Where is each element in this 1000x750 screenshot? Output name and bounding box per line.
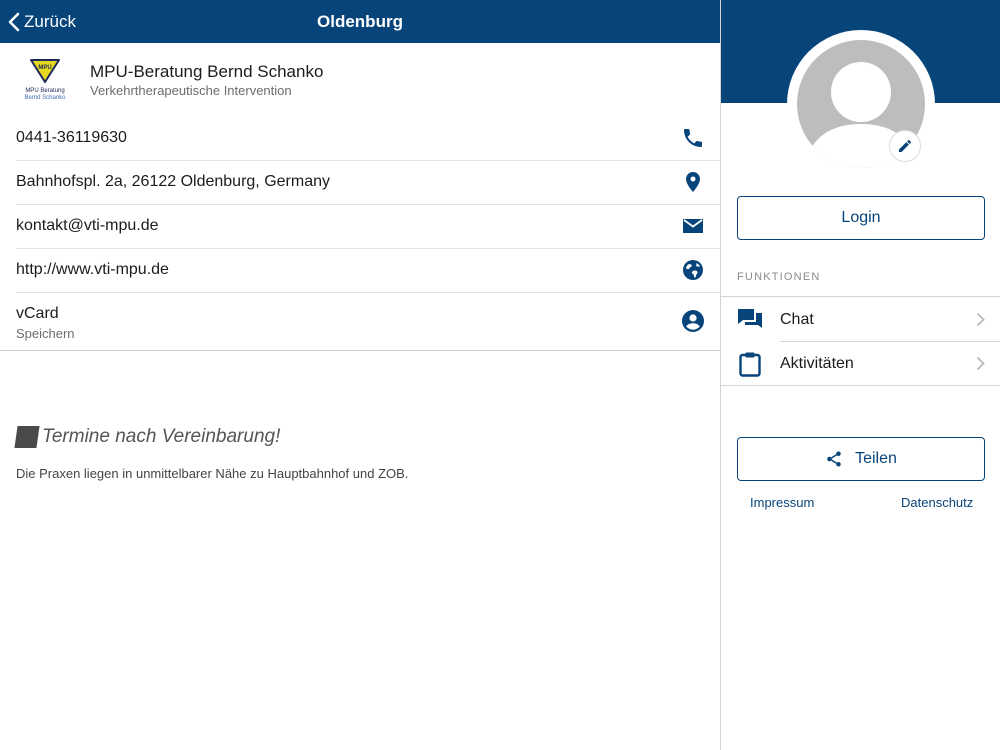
chevron-right-icon: [976, 356, 985, 371]
address-row[interactable]: Bahnhofspl. 2a, 26122 Oldenburg, Germany: [0, 160, 720, 204]
contact-list: 0441-36119630 Bahnhofspl. 2a, 26122 Olde…: [0, 116, 720, 351]
vcard-title: vCard: [16, 305, 59, 322]
share-button[interactable]: Teilen: [737, 437, 985, 481]
functions-list: Chat Aktivitäten: [721, 296, 1000, 386]
company-subtitle: Verkehrtherapeutische Intervention: [90, 83, 292, 98]
clipboard-icon: [739, 352, 761, 377]
logo-text-line1: MPU Beratung: [25, 88, 64, 94]
share-icon: [827, 451, 841, 467]
page-title: Oldenburg: [317, 12, 403, 31]
email-text: kontakt@vti-mpu.de: [16, 217, 159, 234]
phone-row[interactable]: 0441-36119630: [0, 116, 720, 160]
functions-section-label: FUNKTIONEN: [737, 271, 821, 283]
map-pin-icon: [686, 172, 700, 192]
logo-text-line2: Bernd Schanko: [24, 95, 66, 101]
vcard-subtitle: Speichern: [16, 326, 75, 341]
location-note: Die Praxen liegen in unmittelbarer Nähe …: [16, 466, 409, 481]
website-text: http://www.vti-mpu.de: [16, 261, 169, 278]
company-name: MPU-Beratung Bernd Schanko: [90, 62, 324, 81]
pencil-icon: [899, 140, 911, 152]
company-header: MPU MPU Beratung Bernd Schanko MPU-Berat…: [0, 43, 720, 116]
address-text: Bahnhofspl. 2a, 26122 Oldenburg, Germany: [16, 173, 330, 190]
globe-icon: [683, 260, 703, 280]
function-item-chat[interactable]: Chat: [721, 297, 1000, 341]
profile-sidebar: Login FUNKTIONEN Chat Aktivitäten Teilen…: [720, 0, 1000, 750]
back-label: Zurück: [24, 11, 76, 31]
account-circle-icon: [682, 310, 704, 332]
phone-number: 0441-36119630: [16, 129, 127, 146]
impressum-link[interactable]: Impressum: [750, 495, 814, 510]
chevron-right-icon: [976, 312, 985, 327]
mail-icon: [683, 219, 703, 233]
company-logo: MPU MPU Beratung Bernd Schanko: [24, 59, 66, 101]
edit-avatar-button[interactable]: [889, 130, 921, 162]
website-row[interactable]: http://www.vti-mpu.de: [0, 248, 720, 292]
logo-badge-text: MPU: [38, 65, 51, 71]
back-button[interactable]: Zurück: [8, 0, 76, 43]
login-button[interactable]: Login: [737, 196, 985, 240]
function-label-chat: Chat: [780, 311, 814, 328]
email-row[interactable]: kontakt@vti-mpu.de: [0, 204, 720, 248]
vcard-row[interactable]: vCard Speichern: [0, 292, 720, 350]
chat-icon: [738, 309, 762, 328]
datenschutz-link[interactable]: Datenschutz: [901, 495, 973, 510]
navigation-bar: Zurück Oldenburg: [0, 0, 720, 43]
appointment-heading: Termine nach Vereinbarung!: [14, 426, 281, 448]
detail-pane: Zurück Oldenburg MPU MPU Beratung Bernd …: [0, 0, 720, 750]
heading-square-icon: [14, 426, 40, 448]
share-label: Teilen: [855, 450, 897, 467]
appointment-heading-text: Termine nach Vereinbarung!: [42, 426, 281, 447]
function-label-activities: Aktivitäten: [780, 355, 854, 372]
phone-icon: [684, 129, 702, 147]
function-item-activities[interactable]: Aktivitäten: [721, 341, 1000, 385]
chevron-left-icon: [8, 12, 20, 31]
